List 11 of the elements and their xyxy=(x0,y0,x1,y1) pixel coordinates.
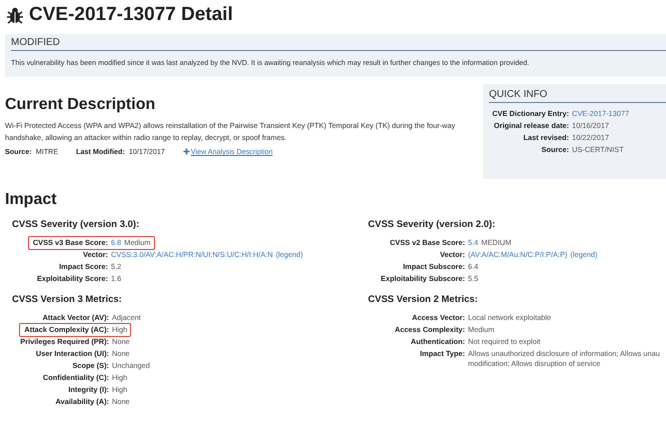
section-heading: Impact xyxy=(5,191,58,209)
subsection-heading: CVSS Version 2 Metrics: xyxy=(368,294,479,305)
panel-heading: QUICK INFO xyxy=(489,89,666,103)
banner-heading: MODIFIED xyxy=(11,37,666,51)
plus-icon xyxy=(182,148,190,155)
bug-icon xyxy=(6,6,24,24)
subsection-heading: CVSS Severity (version 2.0): xyxy=(368,219,496,230)
subsection-heading: CVSS Severity (version 3.0): xyxy=(12,219,140,230)
section-heading: Current Description xyxy=(5,96,156,114)
subsection-heading: CVSS Version 3 Metrics: xyxy=(12,294,123,305)
page-title: CVE-2017-13077 Detail xyxy=(29,4,233,26)
